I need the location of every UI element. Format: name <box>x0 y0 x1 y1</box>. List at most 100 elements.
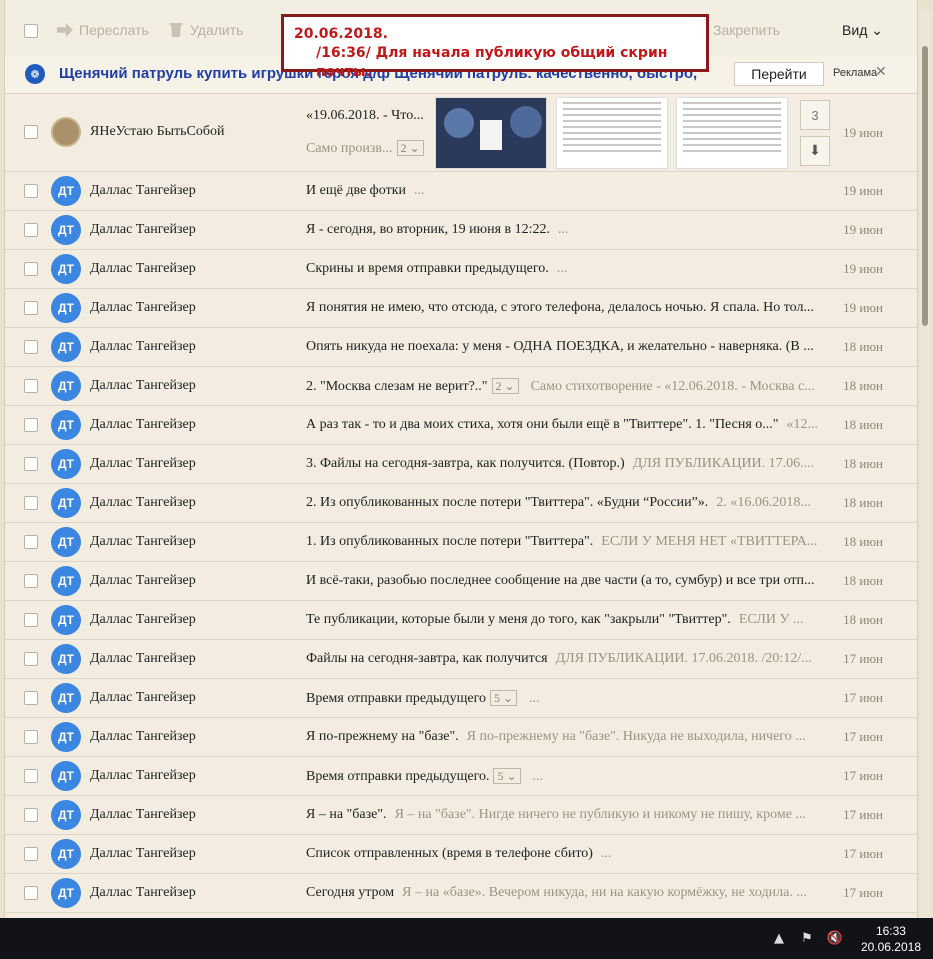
thread-count[interactable]: 5 ⌄ <box>493 768 521 784</box>
email-row[interactable]: ДТ Даллас Тангейзер 2. "Москва слезам не в… <box>5 367 917 406</box>
email-preview: ... <box>558 222 569 237</box>
email-row[interactable]: ДТ Даллас Тангейзер 2. Из опубликованных п… <box>5 484 917 523</box>
email-row[interactable]: ДТ Даллас Тангейзер Я по-прежнему на "базе… <box>5 718 917 757</box>
email-subject: Опять никуда не поехала: у меня - ОДНА П… <box>306 339 826 355</box>
doc-line <box>683 108 781 110</box>
email-date: 18 июн <box>843 339 883 354</box>
doc-line <box>563 102 661 104</box>
thread-count[interactable]: 5 ⌄ <box>489 690 518 706</box>
email-date: 18 июн <box>843 456 883 471</box>
thread-count[interactable]: 2 ⌄ <box>491 378 519 394</box>
email-checkbox[interactable] <box>24 262 38 276</box>
ad-go-button[interactable]: Перейти <box>734 62 824 86</box>
email-checkbox[interactable] <box>24 340 38 354</box>
email-checkbox[interactable] <box>24 847 38 861</box>
email-row[interactable]: ДТ Даллас Тангейзер Файлы на сегодня-завтр… <box>5 640 917 679</box>
view-menu-button[interactable]: Вид ⌄ <box>842 22 883 39</box>
email-subject-text: Сегодня утром <box>306 885 395 900</box>
email-checkbox[interactable] <box>24 574 38 588</box>
forward-button[interactable]: Переслать <box>57 22 149 38</box>
clock-time: 16:33 <box>875 923 906 938</box>
email-checkbox[interactable] <box>24 652 38 666</box>
email-row[interactable]: ДТ Даллас Тангейзер 1. Из опубликованных п… <box>5 523 917 562</box>
download-icon[interactable]: ⬇ <box>800 136 830 166</box>
email-checkbox[interactable] <box>24 418 38 432</box>
email-checkbox[interactable] <box>24 613 38 627</box>
email-preview: Само произв... 2 ⌄ <box>306 140 424 157</box>
email-checkbox[interactable] <box>24 808 38 822</box>
photo-paper <box>480 120 502 150</box>
email-row[interactable]: ДТ Даллас Тангейзер Я понятия не имею, что… <box>5 289 917 328</box>
email-row[interactable]: ДТ Даллас Тангейзер А раз так - то и два м… <box>5 406 917 445</box>
email-row[interactable]: ДТ Даллас Тангейзер Время отправки предыду… <box>5 679 917 718</box>
email-row[interactable]: ЯНеУстаю БытьСобой «19.06.2018. - Что...… <box>5 94 917 172</box>
forward-label: Переслать <box>79 22 149 38</box>
doc-line <box>683 138 781 140</box>
email-row[interactable]: ДТ Даллас Тангейзер Я - сегодня, во вторни… <box>5 211 917 250</box>
email-checkbox[interactable] <box>24 125 38 139</box>
attachments-count-button[interactable]: 3 <box>800 100 830 130</box>
email-preview: ... <box>413 183 425 198</box>
email-row[interactable]: ДТ Даллас Тангейзер И ещё две фотки... 19 и… <box>5 172 917 211</box>
delete-button[interactable]: Удалить <box>168 22 243 38</box>
close-icon[interactable]: ✕ <box>875 64 887 80</box>
avatar: ДТ <box>51 449 81 479</box>
flag-warning-icon[interactable]: ⚑ <box>799 931 815 947</box>
email-checkbox[interactable] <box>24 691 38 705</box>
forward-icon <box>57 23 73 37</box>
email-checkbox[interactable] <box>24 184 38 198</box>
email-subject-text: И ещё две фотки <box>306 183 406 198</box>
attachment-thumbnail[interactable] <box>676 97 788 169</box>
email-row[interactable]: ДТ Даллас Тангейзер И всё-таки, разобью по… <box>5 562 917 601</box>
email-checkbox[interactable] <box>24 535 38 549</box>
email-subject-text: И всё-таки, разобью последнее сообщение … <box>306 573 815 588</box>
email-row[interactable]: ДТ Даллас Тангейзер Список отправленных (в… <box>5 835 917 874</box>
email-subject-text: Я – на "базе". <box>306 807 387 822</box>
email-row[interactable]: ДТ Даллас Тангейзер 3. Файлы на сегодня-за… <box>5 445 917 484</box>
email-checkbox[interactable] <box>24 496 38 510</box>
email-checkbox[interactable] <box>24 223 38 237</box>
email-sender: Даллас Тангейзер <box>90 885 196 900</box>
email-subject: Сегодня утром Я – на «базе». Вечером нику… <box>306 885 826 901</box>
annotation-note: 20.06.2018. /16:36/ Для начала публикую … <box>281 14 709 80</box>
system-tray: ▲ ⚑ 🔇 16:33 20.06.2018 <box>765 918 933 959</box>
clock[interactable]: 16:33 20.06.2018 <box>849 923 933 955</box>
thread-count-value: 5 <box>497 769 504 783</box>
email-checkbox[interactable] <box>24 457 38 471</box>
email-sender: Даллас Тангейзер <box>90 417 196 432</box>
email-checkbox[interactable] <box>24 730 38 744</box>
email-sender: Даллас Тангейзер <box>90 378 196 393</box>
email-checkbox[interactable] <box>24 886 38 900</box>
scrollbar-thumb[interactable] <box>922 46 928 326</box>
email-date: 17 июн <box>843 885 883 900</box>
email-row[interactable]: ДТ Даллас Тангейзер Опять никуда не поехал… <box>5 328 917 367</box>
email-subject: «19.06.2018. - Что... <box>306 108 424 123</box>
pin-button[interactable]: Закрепить <box>713 22 780 38</box>
attachment-thumbnail[interactable] <box>435 97 547 169</box>
email-preview: ... <box>600 846 612 861</box>
attachment-thumbnail[interactable] <box>556 97 668 169</box>
select-all-checkbox[interactable] <box>24 24 38 38</box>
email-checkbox[interactable] <box>24 301 38 315</box>
email-checkbox[interactable] <box>24 379 38 393</box>
chevron-up-icon[interactable]: ▲ <box>771 931 787 947</box>
speaker-muted-icon[interactable]: 🔇 <box>827 931 843 947</box>
email-row[interactable]: ДТ Даллас Тангейзер Сегодня утром Я – на «б… <box>5 874 917 913</box>
email-subject: Те публикации, которые были у меня до то… <box>306 612 826 628</box>
email-row[interactable]: ДТ Даллас Тангейзер Скрины и время отправк… <box>5 250 917 289</box>
email-row[interactable]: ДТ Даллас Тангейзер Я – на "базе". Я – на "… <box>5 796 917 835</box>
thread-count[interactable]: 2 ⌄ <box>396 140 424 156</box>
email-row[interactable]: ДТ Даллас Тангейзер Время отправки предыду… <box>5 757 917 796</box>
email-preview: Я – на «базе». Вечером никуда, ни на как… <box>402 885 807 900</box>
doc-line <box>683 126 781 128</box>
email-date: 17 июн <box>843 729 883 744</box>
email-checkbox[interactable] <box>24 769 38 783</box>
email-sender: Даллас Тангейзер <box>90 339 196 354</box>
email-list: ЯНеУстаю БытьСобой «19.06.2018. - Что...… <box>5 94 917 913</box>
email-sender: Даллас Тангейзер <box>90 495 196 510</box>
avatar: ДТ <box>51 761 81 791</box>
email-date: 17 июн <box>843 807 883 822</box>
email-subject-text: 2. "Москва слезам не верит?.." <box>306 379 488 394</box>
note-line-1: 20.06.2018. <box>294 26 388 42</box>
email-row[interactable]: ДТ Даллас Тангейзер Те публикации, которые… <box>5 601 917 640</box>
